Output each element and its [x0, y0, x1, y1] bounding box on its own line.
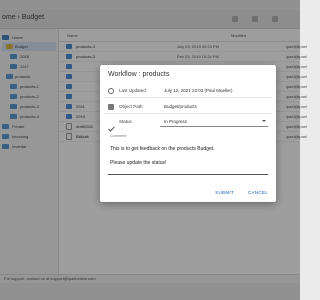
clock-icon: [108, 88, 114, 94]
field-label: Last Updated: [119, 88, 146, 93]
field-object-path: Object Path Budget/products: [104, 101, 272, 114]
object-icon: [108, 104, 114, 110]
chevron-down-icon: [262, 120, 266, 122]
comment-label: Comment: [110, 134, 127, 138]
field-value: Budget/products: [164, 104, 197, 109]
field-last-updated: Last Updated July 12, 2021 23:03 (Paul M…: [104, 85, 272, 98]
comment-line: Please update the status!: [110, 160, 167, 166]
dialog-title: Workflow : products: [108, 71, 170, 78]
cancel-button[interactable]: CANCEL: [248, 190, 268, 195]
comment-textarea[interactable]: This is to get feedback on the products …: [108, 140, 268, 175]
field-label: Object Path: [119, 104, 143, 109]
status-select-value: In Progress: [164, 119, 188, 124]
status-select[interactable]: In Progress: [160, 117, 268, 127]
field-value: July 12, 2021 23:03 (Paul Mueller): [164, 88, 233, 93]
check-icon: [108, 119, 115, 132]
submit-button[interactable]: SUBMIT: [215, 190, 234, 195]
workflow-dialog: Workflow : products Last Updated July 12…: [100, 65, 276, 202]
field-label: Status: [119, 119, 132, 124]
comment-line: This is to get feedback on the products …: [110, 146, 215, 152]
field-status: Status In Progress: [104, 116, 272, 132]
